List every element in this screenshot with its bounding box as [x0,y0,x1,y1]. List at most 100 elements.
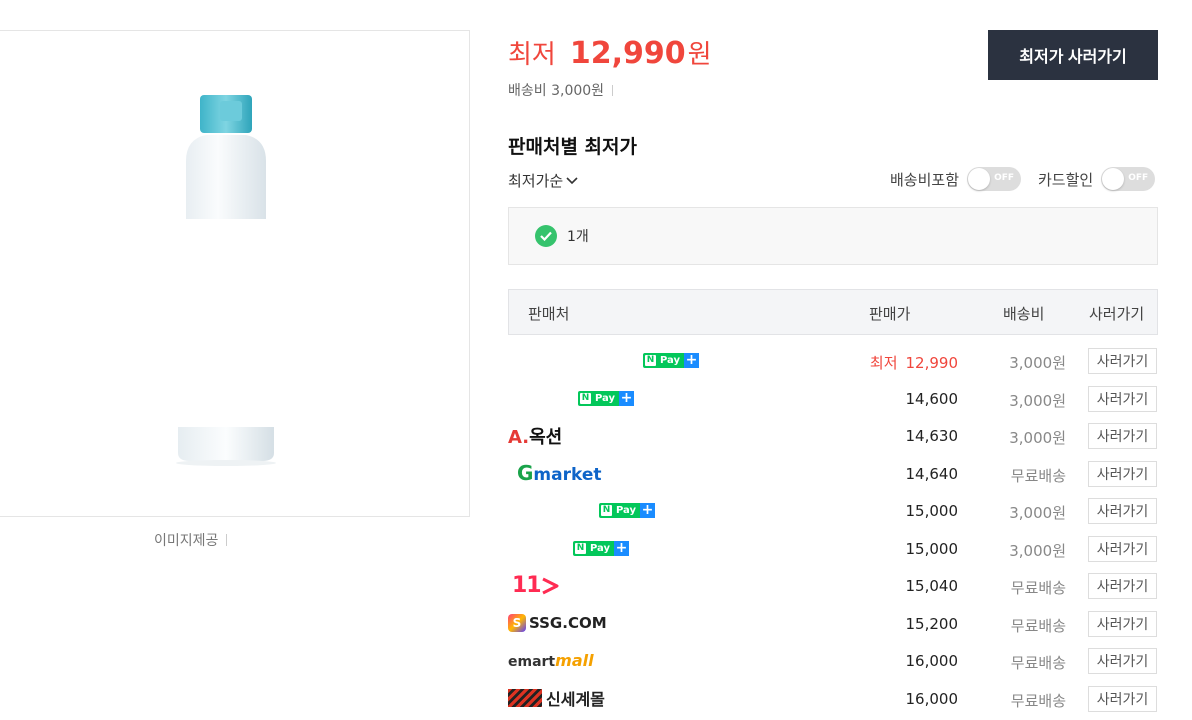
table-row: 11 15,040 무료배송 사러가기 [508,567,1158,605]
npay-plus: + [684,352,700,368]
emart-text: mall [555,651,594,670]
npay-icon: N Pay + [578,389,635,406]
product-bottle-top-image [186,95,266,219]
seller-logo-emart-mall[interactable]: emartmall [508,642,594,679]
row-price: 16,000 [905,652,959,670]
table-row: N Pay + 최저 12,990 3,000원 사러가기 [508,342,1158,380]
toggle-state: OFF [1128,173,1149,183]
seller-logo-ssg[interactable]: S SSG.COM [508,605,607,642]
buy-button[interactable]: 사러가기 [1088,573,1157,599]
ssg-mark: S [508,614,526,632]
seller-logo-11st[interactable]: 11 [512,567,559,604]
row-price: 15,000 [905,539,959,558]
11st-logo: 11 [512,573,559,598]
seller-logo-npay[interactable]: N Pay + [599,492,656,529]
row-shipping: 3,000원 [1009,504,1066,522]
table-row: 신세계몰 16,000 무료배송 사러가기 [508,680,1158,718]
buy-button[interactable]: 사러가기 [1088,648,1157,674]
sort-dropdown[interactable]: 최저가순 [508,170,578,191]
card-discount-label: 카드할인 [1038,170,1094,189]
toggle-knob [968,168,991,190]
shinsegae-text: 신세계몰 [546,690,605,709]
npay-plus: + [614,539,630,556]
header-shipping: 배송비 [1003,305,1045,323]
seller-logo-auction[interactable]: A.옥션 [508,417,562,454]
buy-button[interactable]: 사러가기 [1088,385,1157,412]
row-shipping: 무료배송 [1010,654,1066,672]
buy-lowest-button[interactable]: 최저가 사러가기 [988,30,1158,80]
product-image-panel[interactable] [0,30,470,517]
lowest-price: 최저 12,990 원 [508,34,712,71]
row-price: 14,630 [905,427,959,445]
npay-pay: Pay [595,392,616,404]
header-seller: 판매처 [528,305,570,323]
npay-icon: N Pay + [573,539,630,556]
table-row: Gmarket 14,640 무료배송 사러가기 [508,455,1158,493]
shipping-included-toggle-row: 배송비포함 OFF [890,167,1022,191]
table-row: N Pay + 15,000 3,000원 사러가기 [508,530,1158,568]
seller-logo-npay[interactable]: N Pay + [578,380,635,417]
npay-n: N [580,392,591,404]
table-row: S SSG.COM 15,200 무료배송 사러가기 [508,605,1158,643]
buy-button[interactable]: 사러가기 [1088,460,1157,487]
gmarket-mark: G [517,461,534,485]
product-page: 이미지제공 최저 12,990 원 배송비 3,000원 최저가 사러가기 판매… [0,0,1192,720]
row-price: 15,040 [905,577,959,595]
npay-icon: N Pay + [643,352,700,368]
11st-text: 11 [512,573,542,598]
ssg-text: SSG.COM [529,614,607,632]
row-price: 16,000 [905,689,959,708]
auction-text: 옥션 [529,426,563,448]
table-row: emartmall 16,000 무료배송 사러가기 [508,642,1158,680]
row-price-label: 최저 [869,354,898,372]
lowest-price-unit: 원 [687,40,712,70]
card-discount-toggle-row: 카드할인 OFF [1038,167,1156,191]
seller-table-header: 판매처 판매가 배송비 사러가기 [508,289,1158,335]
buy-button[interactable]: 사러가기 [1088,610,1157,637]
image-credit-text: 이미지제공 [154,533,219,549]
gmarket-text: market [533,465,602,485]
header-price: 판매가 [869,305,911,323]
sellers-section-title: 판매처별 최저가 [508,136,637,158]
emart-mall-logo: emartmall [508,651,594,670]
row-shipping: 무료배송 [1010,616,1066,635]
shipping-included-label: 배송비포함 [890,170,960,189]
row-price: 최저 12,990 [870,352,958,373]
check-circle-icon[interactable] [535,225,557,247]
shinsegae-logo: 신세계몰 [508,686,605,710]
row-shipping: 3,000원 [1009,541,1066,560]
divider [612,85,614,96]
seller-table-body: N Pay + 최저 12,990 3,000원 사러가기 N Pay + 14,600 … [508,342,1158,717]
shipping-included-toggle[interactable]: OFF [967,167,1022,191]
npay-pay: Pay [590,542,611,554]
buy-button[interactable]: 사러가기 [1088,348,1157,374]
npay-n: N [575,542,586,554]
row-price: 14,640 [905,464,959,483]
row-shipping: 무료배송 [1010,466,1066,485]
buy-button[interactable]: 사러가기 [1088,535,1157,562]
seller-logo-npay[interactable]: N Pay + [573,530,630,567]
row-price: 14,600 [905,389,959,408]
buy-button[interactable]: 사러가기 [1088,498,1157,524]
npay-pay: Pay [616,505,637,516]
seller-logo-npay[interactable]: N Pay + [643,342,700,379]
seller-logo-gmarket[interactable]: Gmarket [517,455,602,492]
row-shipping: 무료배송 [1010,691,1066,710]
product-bottle-bottom-image [176,427,276,466]
buy-button[interactable]: 사러가기 [1088,423,1157,449]
image-credit: 이미지제공 [154,530,228,550]
npay-n: N [645,355,656,366]
gmarket-logo: Gmarket [517,461,602,485]
toggle-state: OFF [994,173,1015,183]
lowest-price-label: 최저 [508,40,556,70]
shipping-fee-text: 배송비 3,000원 [508,83,605,99]
table-row: N Pay + 14,600 3,000원 사러가기 [508,380,1158,418]
card-discount-toggle[interactable]: OFF [1101,167,1156,191]
sort-dropdown-label: 최저가순 [508,172,564,190]
buy-button[interactable]: 사러가기 [1088,685,1157,712]
row-price: 15,200 [905,614,959,633]
table-row: N Pay + 15,000 3,000원 사러가기 [508,492,1158,530]
shipping-fee: 배송비 3,000원 [508,80,614,100]
seller-logo-shinsegae[interactable]: 신세계몰 [508,680,605,717]
npay-plus: + [619,389,635,406]
